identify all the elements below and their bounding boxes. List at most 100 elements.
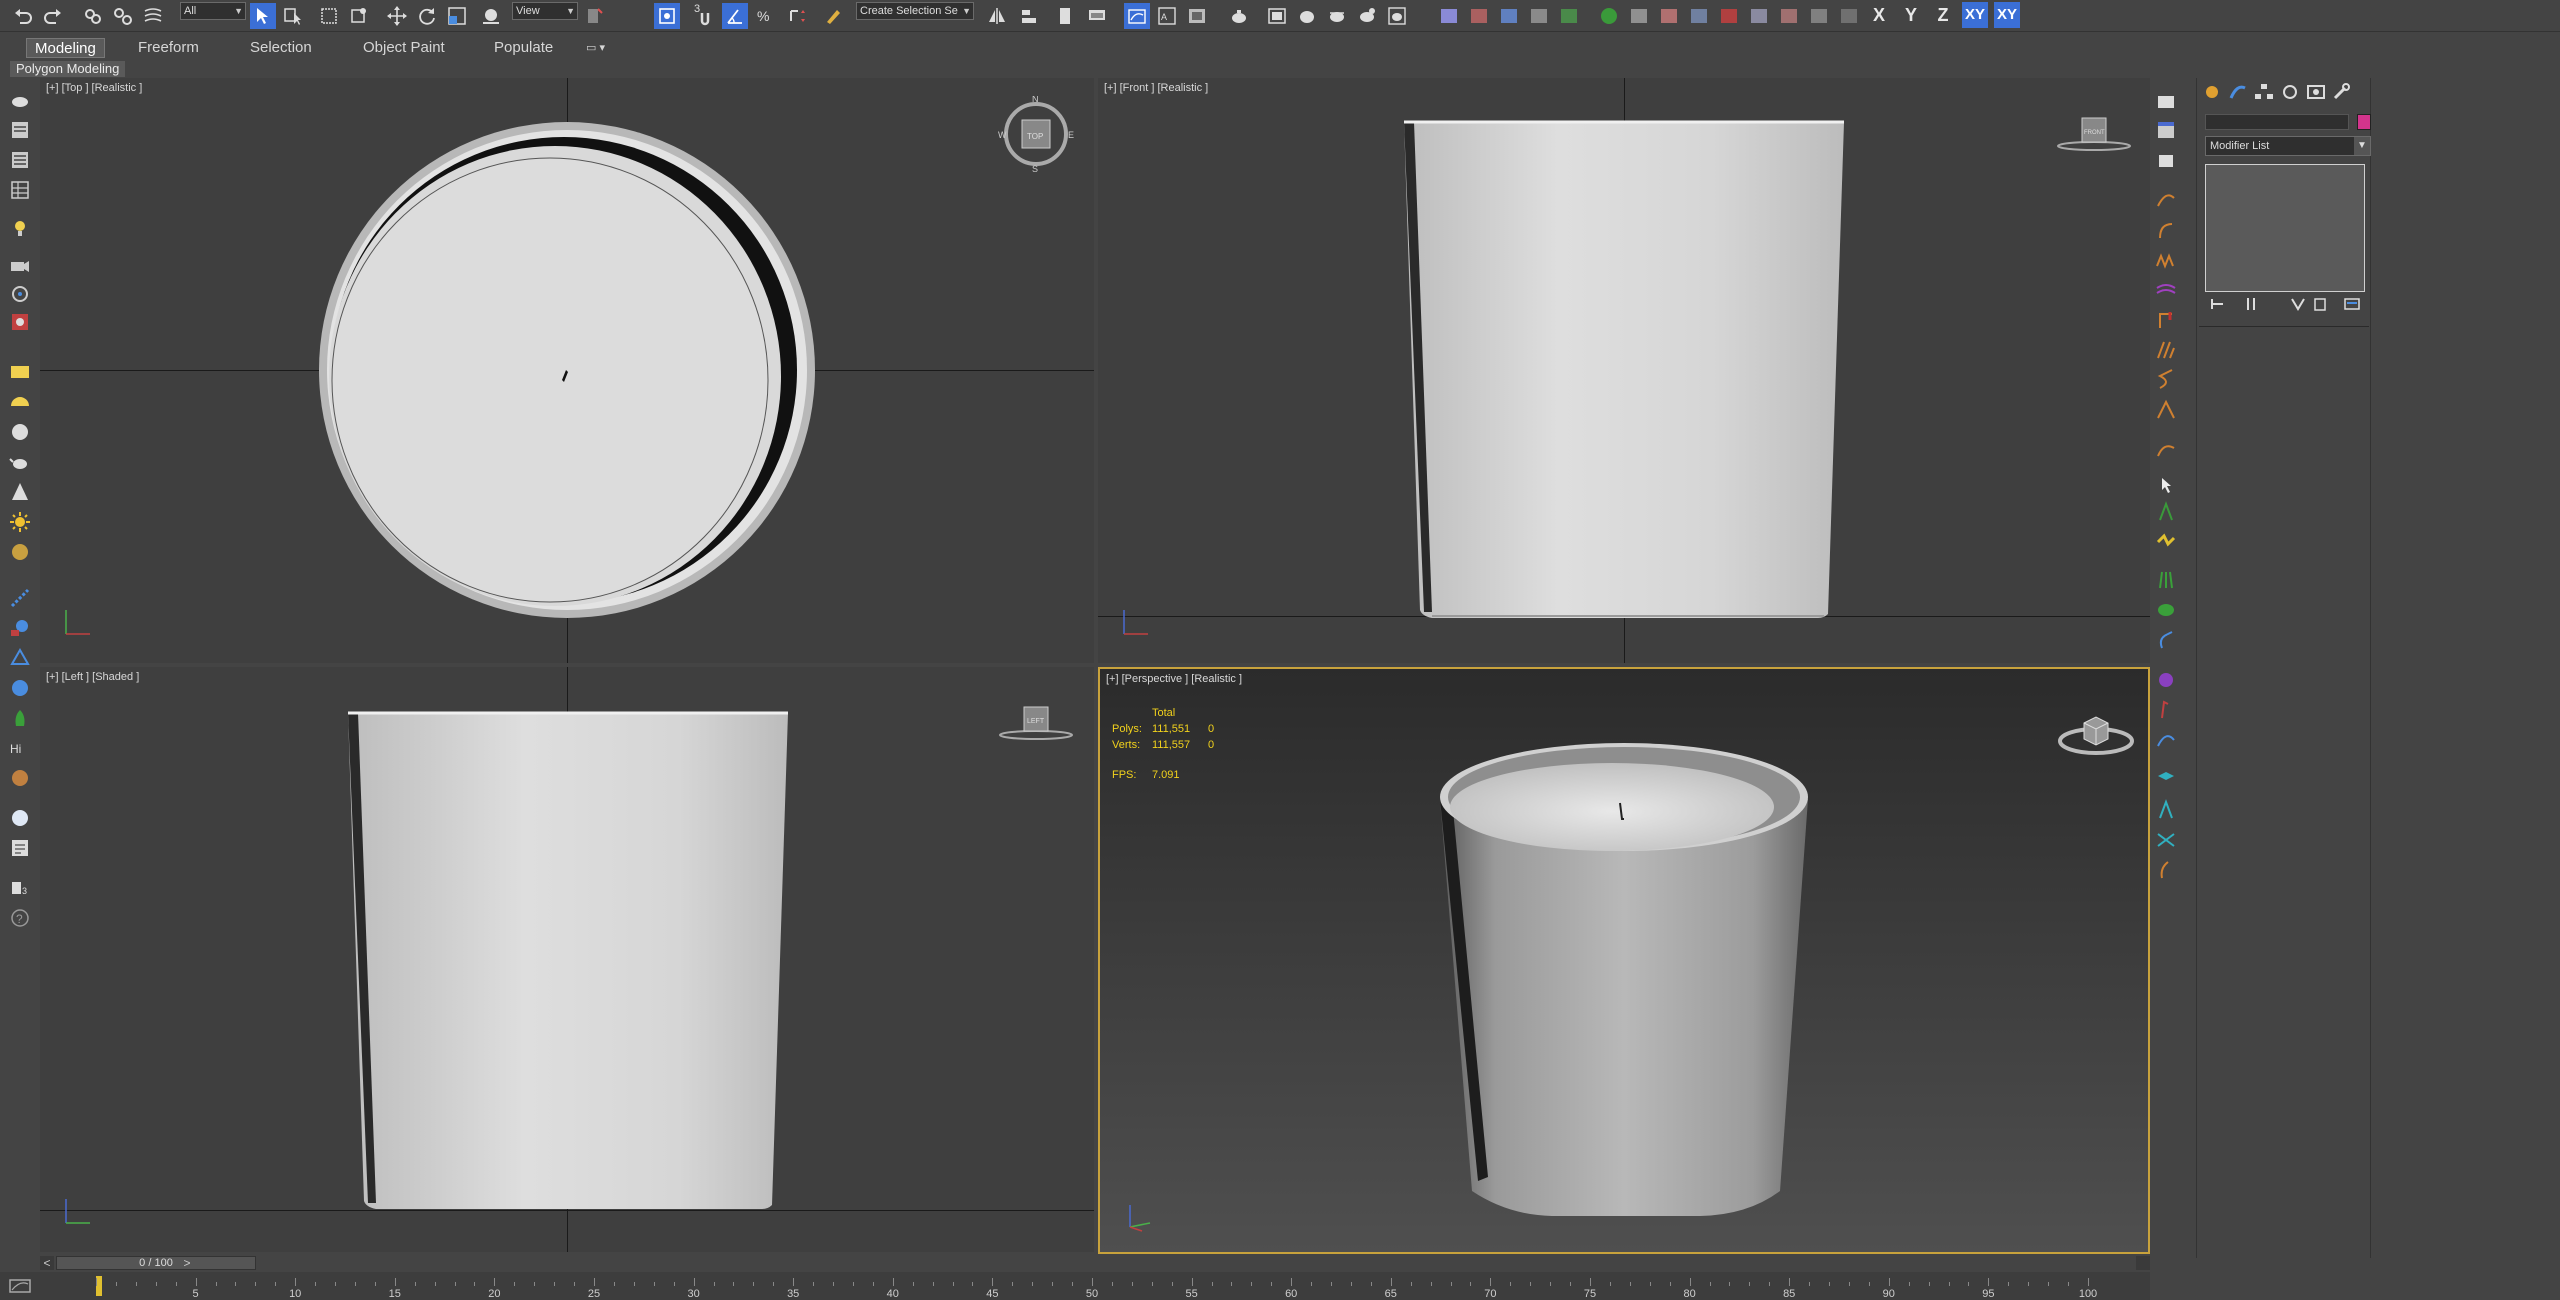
plane-primitive-icon[interactable] bbox=[8, 360, 32, 384]
rendered-frame-button[interactable] bbox=[1264, 3, 1290, 29]
axis-x-button[interactable]: X bbox=[1866, 2, 1892, 28]
ext-tool-11[interactable] bbox=[1746, 3, 1772, 29]
time-slider[interactable]: < 0 / 100 > bbox=[40, 1256, 2150, 1270]
layer-explorer-button[interactable] bbox=[1052, 3, 1078, 29]
ext-tool-1[interactable] bbox=[1436, 3, 1462, 29]
tab-modeling[interactable]: Modeling bbox=[26, 38, 105, 58]
scale-button[interactable] bbox=[444, 3, 470, 29]
create-tab[interactable] bbox=[2201, 82, 2223, 102]
undo-button[interactable] bbox=[10, 3, 36, 29]
hair-fur-icon[interactable] bbox=[8, 706, 32, 730]
help-icon[interactable]: ? bbox=[8, 906, 32, 930]
select-manipulate-button[interactable] bbox=[654, 3, 680, 29]
ext-tool-9[interactable] bbox=[1686, 3, 1712, 29]
character-icon[interactable]: Hi bbox=[8, 736, 32, 760]
cloth-icon[interactable] bbox=[2154, 598, 2178, 622]
particle-icon[interactable] bbox=[8, 586, 32, 610]
ripple-icon[interactable] bbox=[2154, 278, 2178, 302]
render-a360-button[interactable] bbox=[1384, 3, 1410, 29]
crowd-icon[interactable] bbox=[8, 646, 32, 670]
render-production-button[interactable] bbox=[1294, 3, 1320, 29]
ref-coord-dropdown[interactable]: View ▼ bbox=[512, 2, 578, 20]
curve-editor-mini-button[interactable] bbox=[0, 1272, 40, 1300]
list-icon[interactable] bbox=[2154, 118, 2178, 142]
tab-freeform[interactable]: Freeform bbox=[130, 38, 207, 58]
ext-tool-2[interactable] bbox=[1466, 3, 1492, 29]
geosphere-icon[interactable] bbox=[8, 540, 32, 564]
spline-ik-icon[interactable] bbox=[2154, 438, 2178, 462]
remove-modifier-icon[interactable] bbox=[2311, 296, 2329, 312]
box-icon[interactable] bbox=[2154, 148, 2178, 172]
material-editor-button[interactable] bbox=[1184, 3, 1210, 29]
rect-selection-button[interactable] bbox=[316, 3, 342, 29]
hair-icon[interactable] bbox=[2154, 568, 2178, 592]
select-by-name-button[interactable] bbox=[280, 3, 306, 29]
axis-xy-button[interactable]: XY bbox=[1962, 2, 1988, 28]
stretch-icon[interactable] bbox=[2154, 858, 2178, 882]
sphere-icon[interactable] bbox=[8, 420, 32, 444]
time-prev-button[interactable]: < bbox=[40, 1256, 54, 1270]
sun-icon[interactable] bbox=[8, 510, 32, 534]
viewport-label-left[interactable]: [+] [Left ] [Shaded ] bbox=[46, 671, 139, 683]
render-sphere-icon[interactable] bbox=[8, 806, 32, 830]
camera-icon[interactable] bbox=[8, 254, 32, 278]
render-cloud-button[interactable] bbox=[1354, 3, 1380, 29]
tab-object-paint[interactable]: Object Paint bbox=[355, 38, 453, 58]
mapping-icon[interactable] bbox=[2154, 798, 2178, 822]
lights-icon[interactable] bbox=[8, 216, 32, 240]
cone-icon[interactable] bbox=[8, 480, 32, 504]
named-selection-dropdown[interactable]: Create Selection Se ▼ bbox=[856, 2, 974, 20]
window-crossing-button[interactable] bbox=[346, 3, 372, 29]
globe-icon[interactable] bbox=[8, 676, 32, 700]
viewport-label-front[interactable]: [+] [Front ] [Realistic ] bbox=[1104, 82, 1208, 94]
ext-tool-4[interactable] bbox=[1526, 3, 1552, 29]
viewport-top[interactable]: [+] [Top ] [Realistic ] TOP N S W E bbox=[40, 78, 1094, 663]
toolbox-icon[interactable] bbox=[2154, 88, 2178, 112]
viewport-left[interactable]: [+] [Left ] [Shaded ] LEFT bbox=[40, 667, 1094, 1252]
viewcube-top[interactable]: TOP N S W E bbox=[998, 96, 1074, 172]
modifier-list-dropdown[interactable]: Modifier List ▼ bbox=[2205, 136, 2371, 156]
spacewarps-icon[interactable] bbox=[8, 310, 32, 334]
create-teapot-icon[interactable] bbox=[8, 88, 32, 112]
skin-icon[interactable] bbox=[2154, 500, 2178, 524]
ext-tool-6[interactable] bbox=[1596, 3, 1622, 29]
configure-sets-icon[interactable] bbox=[2343, 296, 2361, 312]
biped-icon[interactable] bbox=[8, 766, 32, 790]
push-icon[interactable] bbox=[2154, 308, 2178, 332]
ext-tool-14[interactable] bbox=[1836, 3, 1862, 29]
tab-populate[interactable]: Populate bbox=[486, 38, 561, 58]
ribbon-options-button[interactable]: ▭ ▾ bbox=[578, 38, 613, 58]
uvw-icon[interactable] bbox=[2154, 768, 2178, 792]
render-iterative-button[interactable] bbox=[1324, 3, 1350, 29]
link-button[interactable] bbox=[80, 3, 106, 29]
edit-named-selection-button[interactable] bbox=[820, 3, 846, 29]
time-slider-track[interactable] bbox=[54, 1256, 2136, 1270]
viewcube-front[interactable]: FRONT bbox=[2054, 116, 2134, 156]
grid-list-icon[interactable] bbox=[8, 178, 32, 202]
ext-tool-13[interactable] bbox=[1806, 3, 1832, 29]
scene-explorer-icon[interactable] bbox=[8, 118, 32, 142]
unlink-button[interactable] bbox=[110, 3, 136, 29]
time-next-button[interactable]: > bbox=[180, 1256, 194, 1270]
viewport-perspective[interactable]: [+] [Perspective ] [Realistic ] Total Po… bbox=[1098, 667, 2150, 1254]
path-deform-icon[interactable] bbox=[2154, 188, 2178, 212]
ribbon-toggle-button[interactable] bbox=[1084, 3, 1110, 29]
object-color-swatch[interactable] bbox=[2357, 114, 2371, 130]
time-slider-thumb[interactable]: 0 / 100 bbox=[56, 1256, 256, 1270]
tab-selection[interactable]: Selection bbox=[242, 38, 320, 58]
render-setup-button[interactable] bbox=[1226, 3, 1252, 29]
curve-editor-button[interactable] bbox=[1124, 3, 1150, 29]
ribbon-panel-label[interactable]: Polygon Modeling bbox=[10, 61, 126, 77]
viewport-label-top[interactable]: [+] [Top ] [Realistic ] bbox=[46, 82, 142, 94]
teapot-primitive-icon[interactable] bbox=[8, 450, 32, 474]
sphere-purple-icon[interactable] bbox=[2154, 668, 2178, 692]
maxscript-icon[interactable]: 3 bbox=[8, 876, 32, 900]
pivot-center-button[interactable] bbox=[582, 3, 608, 29]
spinner-snap-button[interactable] bbox=[784, 3, 810, 29]
track-bar[interactable]: 5 10 15 20 25 30 35 40 45 50 55 60 65 70 75 80 85 90 95 100 bbox=[40, 1272, 2150, 1300]
spherify-icon[interactable] bbox=[2154, 728, 2178, 752]
bind-space-warp-button[interactable] bbox=[140, 3, 166, 29]
twist-icon[interactable] bbox=[2154, 368, 2178, 392]
motion-tab[interactable] bbox=[2279, 82, 2301, 102]
hemisphere-icon[interactable] bbox=[8, 390, 32, 414]
